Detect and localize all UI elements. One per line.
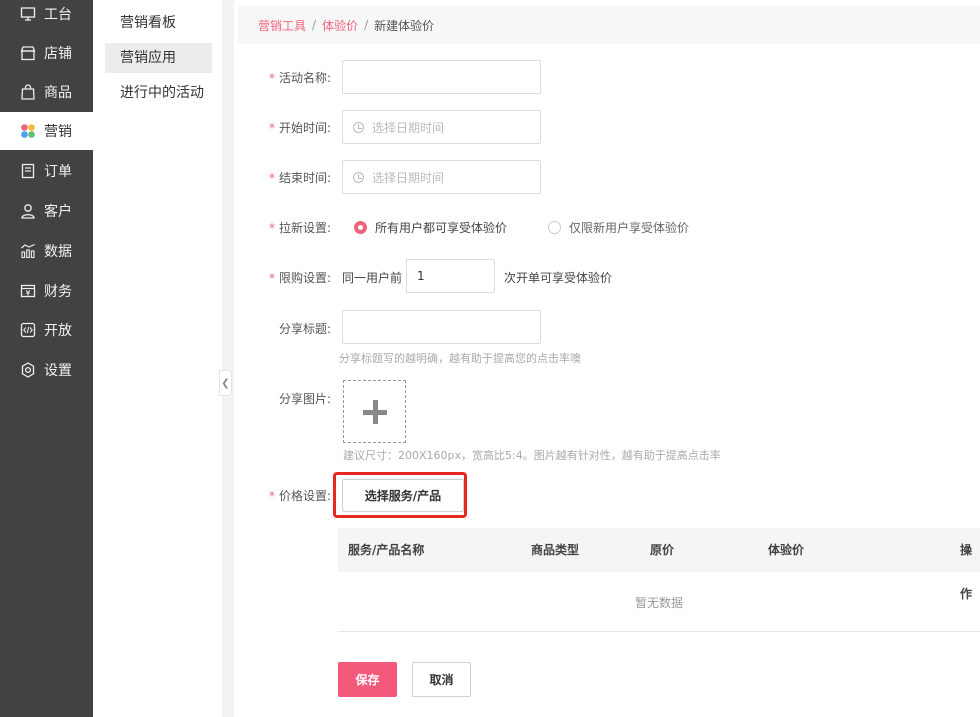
nav-item-label: 客户 — [44, 204, 72, 220]
nav-item-store[interactable]: 店铺 — [0, 34, 93, 72]
order-icon — [20, 163, 36, 179]
limit-label-text: 限购设置: — [278, 271, 331, 285]
nav-item-label: 商品 — [44, 85, 72, 101]
nav-item-products[interactable]: 商品 — [0, 73, 93, 111]
nav-item-label: 工台 — [44, 7, 72, 23]
required-mark: * — [268, 489, 275, 503]
start-time-label-text: 开始时间: — [278, 121, 331, 135]
main-content: 营销工具 / 体验价 / 新建体验价 * 活动名称: * 开始时间: 选择日期时间 … — [234, 0, 980, 717]
code-icon — [20, 322, 36, 338]
radio-dot — [548, 221, 561, 234]
radio-new-users-label: 仅限新用户享受体验价 — [569, 221, 690, 235]
nav-item-label: 财务 — [44, 284, 72, 300]
required-mark: * — [268, 71, 275, 85]
limit-prefix: 同一用户前 — [342, 271, 403, 285]
secondary-menu: 营销看板 营销应用 进行中的活动 — [93, 0, 222, 717]
nav-item-marketing[interactable]: 营销 — [0, 112, 93, 150]
column-header-name: 服务/产品名称 — [348, 543, 425, 557]
finance-icon — [20, 283, 36, 299]
chevron-left-icon: ❮ — [221, 377, 230, 389]
submenu-item-apps[interactable]: 营销应用 — [105, 43, 212, 73]
new-user-label-text: 拉新设置: — [278, 221, 331, 235]
activity-name-input[interactable] — [342, 60, 541, 94]
select-service-product-button[interactable]: 选择服务/产品 — [342, 479, 464, 512]
image-upload-box[interactable] — [343, 380, 406, 443]
shopping-bag-icon — [20, 84, 36, 100]
column-header-original-price: 原价 — [650, 543, 675, 557]
limit-suffix: 次开单可享受体验价 — [504, 271, 613, 285]
share-image-label: 分享图片: — [231, 390, 331, 407]
save-button[interactable]: 保存 — [338, 662, 397, 697]
marketing-petals-icon — [20, 123, 36, 139]
nav-item-customers[interactable]: 客户 — [0, 192, 93, 230]
main-nav: 工台 店铺 商品 营销 订单 客户 数据 财务 开放 设置 — [0, 0, 93, 717]
end-time-placeholder: 选择日期时间 — [372, 170, 445, 185]
share-title-hint: 分享标题写的越明确，越有助于提高您的点击率噢 — [339, 352, 581, 365]
limit-label: * 限购设置: — [231, 269, 331, 286]
nav-item-label: 营销 — [44, 124, 72, 140]
share-title-label: 分享标题: — [231, 320, 331, 337]
limit-count-value: 1 — [417, 269, 425, 283]
nav-item-settings[interactable]: 设置 — [0, 351, 93, 389]
clock-icon — [353, 171, 364, 183]
nav-item-label: 订单 — [44, 164, 72, 180]
new-user-label: * 拉新设置: — [231, 219, 331, 236]
panel-divider — [222, 0, 234, 717]
breadcrumb-separator: / — [312, 18, 317, 32]
end-time-label: * 结束时间: — [231, 169, 331, 186]
required-mark: * — [268, 271, 275, 285]
app-window: 工台 店铺 商品 营销 订单 客户 数据 财务 开放 设置 营销看板 营销应用 … — [0, 0, 980, 717]
end-time-label-text: 结束时间: — [278, 171, 331, 185]
store-icon — [20, 45, 36, 61]
nav-item-workbench[interactable]: 工台 — [0, 0, 93, 33]
nav-item-label: 设置 — [44, 363, 72, 379]
required-mark: * — [268, 121, 275, 135]
breadcrumb-trial-price[interactable]: 体验价 — [322, 17, 358, 34]
share-image-hint: 建议尺寸：200X160px，宽高比5:4。图片越有针对性，越有助于提高点击率 — [343, 449, 721, 462]
submenu-item-dashboard[interactable]: 营销看板 — [105, 8, 212, 38]
required-mark: * — [268, 171, 275, 185]
share-title-input[interactable] — [342, 310, 541, 344]
breadcrumb-marketing-tools[interactable]: 营销工具 — [258, 17, 306, 34]
radio-dot — [354, 221, 367, 234]
share-image-label-text: 分享图片: — [278, 392, 331, 406]
nav-item-label: 开放 — [44, 323, 72, 339]
end-time-picker[interactable]: 选择日期时间 — [342, 160, 541, 194]
nav-item-label: 店铺 — [44, 46, 72, 62]
nav-item-label: 数据 — [44, 244, 72, 260]
radio-all-users[interactable]: 所有用户都可享受体验价 — [354, 219, 507, 236]
nav-item-finance[interactable]: 财务 — [0, 272, 93, 310]
breadcrumb-separator: / — [364, 18, 369, 32]
breadcrumb-current: 新建体验价 — [374, 18, 435, 33]
gear-icon — [20, 362, 36, 378]
table-header: 服务/产品名称 商品类型 原价 体验价 操作 — [338, 528, 980, 601]
radio-new-users-only[interactable]: 仅限新用户享受体验价 — [548, 219, 689, 236]
price-label: * 价格设置: — [231, 487, 331, 504]
radio-all-users-label: 所有用户都可享受体验价 — [375, 221, 508, 235]
monitor-icon — [20, 6, 36, 22]
activity-name-label-text: 活动名称: — [278, 71, 331, 85]
submenu-item-active-campaigns[interactable]: 进行中的活动 — [105, 78, 212, 108]
cancel-button[interactable]: 取消 — [412, 662, 471, 697]
column-header-type: 商品类型 — [531, 543, 580, 557]
clock-icon — [353, 121, 364, 133]
share-title-label-text: 分享标题: — [278, 322, 331, 336]
chart-icon — [20, 243, 36, 259]
start-time-label: * 开始时间: — [231, 119, 331, 136]
activity-name-label: * 活动名称: — [231, 69, 331, 86]
required-mark: * — [268, 221, 275, 235]
column-header-trial-price: 体验价 — [768, 543, 805, 557]
nav-item-open[interactable]: 开放 — [0, 311, 93, 349]
start-time-picker[interactable]: 选择日期时间 — [342, 110, 541, 144]
start-time-placeholder: 选择日期时间 — [372, 120, 445, 135]
nav-item-data[interactable]: 数据 — [0, 232, 93, 270]
table-body: 暂无数据 — [338, 572, 980, 632]
user-icon — [20, 203, 36, 219]
price-label-text: 价格设置: — [278, 489, 331, 503]
empty-state-text: 暂无数据 — [634, 596, 683, 610]
breadcrumb: 营销工具 / 体验价 / 新建体验价 — [238, 6, 980, 44]
limit-count-input[interactable]: 1 — [406, 259, 495, 293]
nav-item-orders[interactable]: 订单 — [0, 152, 93, 190]
